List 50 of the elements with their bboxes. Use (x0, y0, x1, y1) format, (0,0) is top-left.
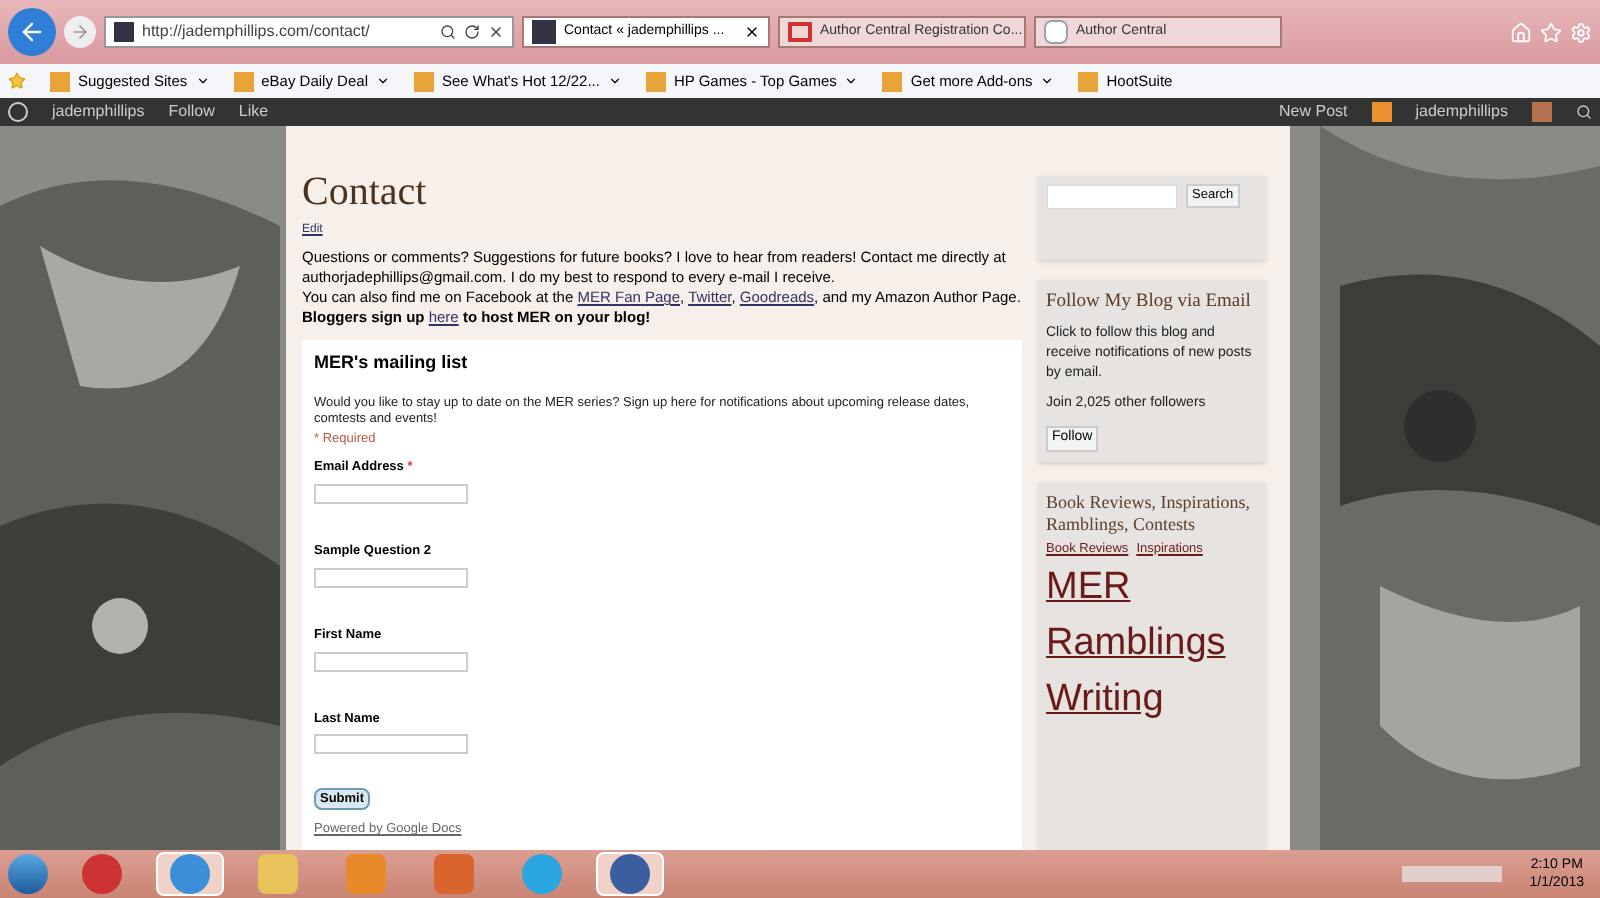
page-icon (1078, 71, 1099, 91)
page-title: Contact (302, 170, 429, 214)
settings-icon[interactable] (1570, 21, 1592, 43)
back-button[interactable] (8, 8, 56, 56)
app-icon (434, 854, 474, 894)
address-field[interactable]: http://jademphillips.com/contact/ (104, 16, 514, 48)
admin-bar-link[interactable]: jademphillips (52, 100, 145, 124)
input-field[interactable] (314, 734, 468, 755)
caret-icon (195, 74, 210, 88)
caret-icon (607, 74, 622, 88)
tag-link[interactable]: MER (1046, 562, 1131, 615)
close-icon[interactable] (744, 24, 760, 40)
search-field[interactable] (1046, 184, 1178, 210)
tag-link[interactable]: Ramblings (1046, 618, 1226, 671)
page-icon (233, 71, 254, 91)
tag-link[interactable]: Writing (1046, 674, 1164, 727)
refresh-icon[interactable] (464, 24, 480, 40)
user-link[interactable]: jademphillips (1415, 100, 1508, 124)
caret-icon (1040, 74, 1055, 88)
site-icon (114, 22, 134, 42)
page-icon (645, 71, 666, 91)
start-icon[interactable] (8, 854, 48, 894)
url-text: http://jademphillips.com/contact/ (142, 20, 372, 44)
stop-icon[interactable] (488, 24, 504, 40)
admin-bar-link[interactable]: Follow (168, 100, 215, 124)
widget-title: Book Reviews, Inspirations, Ramblings, Contests (1046, 491, 1252, 535)
widget-title: Follow My Blog via Email (1046, 290, 1253, 314)
page-icon (882, 71, 903, 91)
avatar-icon (1532, 102, 1552, 122)
caret-icon (375, 74, 390, 88)
form-title: MER's mailing list (314, 350, 470, 376)
page-icon (413, 71, 434, 91)
page-icon (50, 71, 70, 91)
forward-button[interactable] (64, 16, 96, 48)
forward-arrow-icon (70, 22, 90, 42)
star-icon[interactable] (1540, 21, 1562, 43)
notification-icon[interactable] (1371, 102, 1392, 122)
admin-bar-link[interactable]: Like (238, 100, 269, 124)
favorites-icon[interactable] (8, 72, 26, 90)
taskbar-button[interactable] (596, 852, 664, 896)
home-icon[interactable] (1510, 21, 1532, 43)
app-icon (610, 854, 650, 894)
input-field[interactable] (314, 484, 468, 504)
search-icon[interactable] (440, 24, 456, 40)
input-field[interactable] (314, 651, 468, 671)
site-icon (532, 20, 556, 44)
new-post-link[interactable]: New Post (1279, 100, 1348, 124)
input-field[interactable] (314, 567, 468, 588)
caret-icon (844, 74, 859, 88)
taskbar-button[interactable] (156, 852, 224, 896)
